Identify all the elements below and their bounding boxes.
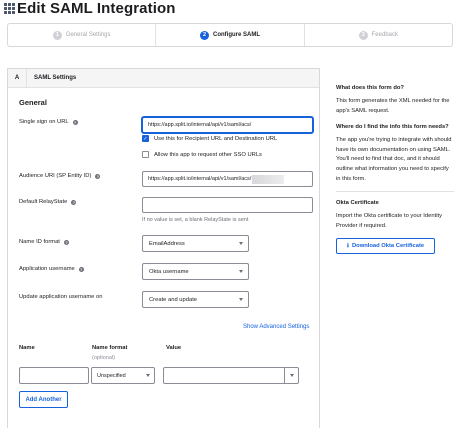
wizard-step-feedback[interactable]: 3 Feedback [305, 24, 452, 46]
app-username-label: Application username ? [19, 266, 84, 272]
attr-col-format: Name format [92, 345, 128, 351]
chevron-down-icon [290, 374, 294, 377]
sidebar-answer-2: The app you're trying to integrate with … [336, 137, 452, 182]
update-username-select[interactable]: Create and update [142, 291, 249, 308]
recipient-url-checkbox[interactable]: ✓ Use this for Recipient URL and Destina… [142, 135, 277, 142]
okta-certificate-title: Okta Certificate [336, 200, 379, 207]
chevron-down-icon [146, 374, 150, 377]
attr-name-input[interactable] [19, 367, 89, 384]
update-username-label: Update application username on [19, 294, 102, 300]
chevron-down-icon [239, 242, 243, 245]
relay-state-label: Default RelayState ? [19, 199, 77, 205]
recipient-checkbox-label: Use this for Recipient URL and Destinati… [154, 135, 278, 142]
app-grid-icon [4, 3, 15, 14]
name-id-format-value: EmailAddress [149, 240, 185, 247]
attr-col-name: Name [19, 345, 35, 351]
audience-uri-label: Audience URI (SP Entity ID) ? [19, 173, 101, 179]
wizard-step-general-settings[interactable]: 1 General Settings [8, 24, 157, 46]
app-username-label-text: Application username [19, 266, 75, 272]
relay-state-hint: If no value is set, a blank RelayState i… [142, 217, 249, 223]
step-label: Feedback [371, 32, 398, 38]
step-number: 1 [52, 30, 62, 40]
step-number: 2 [199, 30, 209, 40]
checkbox-unchecked-icon[interactable] [142, 151, 149, 158]
panel-letter: A [8, 69, 27, 87]
name-id-format-select[interactable]: EmailAddress [142, 235, 249, 252]
help-icon[interactable]: ? [95, 173, 101, 179]
panel-title: SAML Settings [34, 75, 77, 81]
step-label: General Settings [65, 32, 111, 38]
show-advanced-settings-link[interactable]: Show Advanced Settings [243, 324, 309, 330]
other-sso-checkbox-label: Allow this app to request other SSO URLs [154, 151, 262, 158]
sso-url-input[interactable]: https://app.split.io/internal/api/v1/sam… [142, 117, 313, 133]
sidebar-answer-1: This form generates the XML needed for t… [336, 98, 450, 114]
help-sidebar: What does this form do? This form genera… [336, 84, 454, 255]
panel-header: A SAML Settings [8, 69, 319, 88]
name-id-format-label: Name ID format ? [19, 239, 69, 245]
sso-url-label: Single sign on URL ? [19, 119, 78, 125]
app-username-select[interactable]: Okta username [142, 263, 249, 280]
sidebar-question-2: Where do I find the info this form needs… [336, 124, 449, 131]
sso-url-value: https://app.split.io/internal/api/v1/sam… [148, 122, 252, 128]
update-username-value: Create and update [149, 296, 198, 303]
sidebar-divider [336, 191, 454, 193]
attr-col-format-sub: (optional) [92, 355, 115, 361]
chevron-down-icon [239, 298, 243, 301]
section-title-general: General [19, 98, 47, 107]
update-username-label-text: Update application username on [19, 294, 103, 300]
download-icon: ⭳ [346, 242, 349, 249]
help-icon[interactable]: ? [71, 199, 77, 205]
relay-state-label-text: Default RelayState [19, 199, 68, 205]
wizard-steps: 1 General Settings 2 Configure SAML 3 Fe… [7, 23, 453, 47]
app-username-value: Okta username [149, 268, 189, 275]
other-sso-checkbox[interactable]: Allow this app to request other SSO URLs [142, 151, 262, 158]
step-label: Configure SAML [212, 32, 260, 38]
help-icon[interactable]: ? [78, 266, 84, 272]
page-title: Edit SAML Integration [4, 0, 176, 17]
okta-certificate-text: Import the Okta certificate to your Iden… [336, 213, 442, 229]
download-certificate-button[interactable]: ⭳ Download Okta Certificate [336, 238, 435, 255]
sso-url-label-text: Single sign on URL [19, 119, 69, 125]
add-another-button[interactable]: Add Another [19, 391, 68, 408]
chevron-down-icon [239, 270, 243, 273]
help-icon[interactable]: ? [72, 119, 78, 125]
sidebar-question-1: What does this form do? [336, 85, 404, 91]
download-button-label: Download Okta Certificate [351, 242, 425, 249]
saml-settings-panel: A SAML Settings General Single sign on U… [7, 68, 320, 428]
attr-value-input[interactable] [163, 367, 285, 384]
name-id-format-label-text: Name ID format [19, 239, 60, 245]
attr-value-dropdown[interactable] [285, 367, 299, 384]
attr-format-value: Unspecified [97, 372, 126, 379]
audience-uri-value: https://app.split.io/internal/api/v1/sam… [148, 176, 252, 182]
redacted-text [252, 174, 285, 184]
wizard-step-configure-saml[interactable]: 2 Configure SAML [156, 24, 305, 46]
page-title-text: Edit SAML Integration [17, 0, 176, 17]
relay-state-input[interactable] [142, 197, 313, 213]
help-icon[interactable]: ? [63, 239, 69, 245]
audience-uri-input[interactable]: https://app.split.io/internal/api/v1/sam… [142, 171, 313, 187]
checkbox-checked-icon[interactable]: ✓ [142, 135, 149, 142]
attr-format-select[interactable]: Unspecified [91, 367, 155, 384]
attr-col-value: Value [166, 345, 182, 351]
step-number: 3 [358, 30, 368, 40]
audience-uri-label-text: Audience URI (SP Entity ID) [19, 173, 92, 179]
